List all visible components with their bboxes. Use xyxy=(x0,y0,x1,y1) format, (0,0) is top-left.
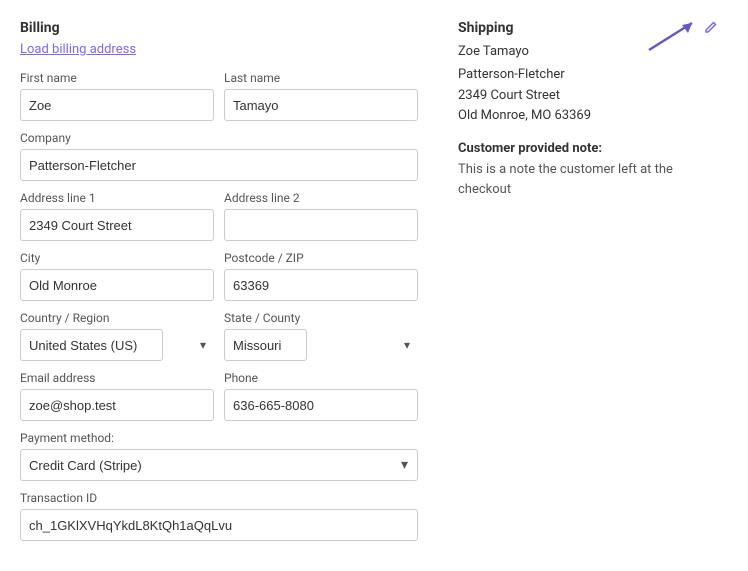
company-input[interactable] xyxy=(20,149,418,181)
customer-note-section: Customer provided note: This is a note t… xyxy=(458,141,728,199)
postcode-label: Postcode / ZIP xyxy=(224,251,418,265)
payment-select-wrapper: Credit Card (Stripe) xyxy=(20,449,418,481)
transaction-id-label: Transaction ID xyxy=(20,491,418,505)
last-name-group: Last name xyxy=(224,71,418,121)
state-select[interactable]: Missouri xyxy=(224,329,307,361)
email-group: Email address xyxy=(20,371,214,421)
first-name-label: First name xyxy=(20,71,214,85)
payment-method-select[interactable]: Credit Card (Stripe) xyxy=(20,449,418,481)
company-group: Company xyxy=(20,131,418,181)
transaction-id-input[interactable] xyxy=(20,509,418,541)
load-billing-link[interactable]: Load billing address xyxy=(20,42,136,57)
address1-group: Address line 1 xyxy=(20,191,214,241)
city-label: City xyxy=(20,251,214,265)
postcode-input[interactable] xyxy=(224,269,418,301)
last-name-label: Last name xyxy=(224,71,418,85)
email-label: Email address xyxy=(20,371,214,385)
shipping-address-line: 2349 Court Street xyxy=(458,86,728,107)
transaction-id-group: Transaction ID xyxy=(20,491,418,541)
country-select[interactable]: United States (US) xyxy=(20,329,163,361)
first-name-input[interactable] xyxy=(20,89,214,121)
customer-note-label: Customer provided note: xyxy=(458,141,728,156)
state-group: State / County Missouri xyxy=(224,311,418,361)
last-name-input[interactable] xyxy=(224,89,418,121)
state-label: State / County xyxy=(224,311,418,325)
address1-input[interactable] xyxy=(20,209,214,241)
state-select-wrapper: Missouri xyxy=(224,329,418,361)
address2-label: Address line 2 xyxy=(224,191,418,205)
shipping-company: Patterson-Fletcher xyxy=(458,65,728,86)
billing-title: Billing xyxy=(20,20,418,36)
shipping-section: Shipping Zoe Tamayo Patterson-Fletcher 2… xyxy=(458,20,728,551)
customer-note-text: This is a note the customer left at the … xyxy=(458,160,728,199)
payment-method-group: Payment method: Credit Card (Stripe) xyxy=(20,431,418,481)
payment-method-label: Payment method: xyxy=(20,431,418,445)
phone-label: Phone xyxy=(224,371,418,385)
country-group: Country / Region United States (US) xyxy=(20,311,214,361)
arrow-indicator xyxy=(644,15,704,59)
city-group: City xyxy=(20,251,214,301)
postcode-group: Postcode / ZIP xyxy=(224,251,418,301)
address2-group: Address line 2 xyxy=(224,191,418,241)
country-label: Country / Region xyxy=(20,311,214,325)
city-input[interactable] xyxy=(20,269,214,301)
edit-shipping-button[interactable] xyxy=(704,20,718,38)
country-select-wrapper: United States (US) xyxy=(20,329,214,361)
shipping-city-state-zip: Old Monroe, MO 63369 xyxy=(458,106,728,127)
company-label: Company xyxy=(20,131,418,145)
email-input[interactable] xyxy=(20,389,214,421)
phone-group: Phone xyxy=(224,371,418,421)
address2-input[interactable] xyxy=(224,209,418,241)
billing-section: Billing Load billing address First name … xyxy=(20,20,418,551)
phone-input[interactable] xyxy=(224,389,418,421)
first-name-group: First name xyxy=(20,71,214,121)
address1-label: Address line 1 xyxy=(20,191,214,205)
